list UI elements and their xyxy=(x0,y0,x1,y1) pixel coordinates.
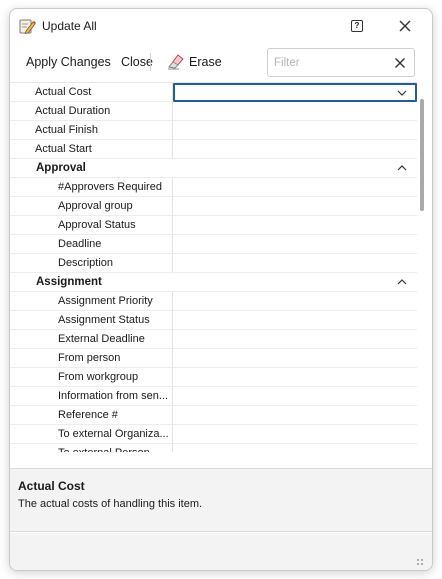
window-title: Update All xyxy=(42,19,97,33)
property-value[interactable] xyxy=(173,102,417,121)
help-icon[interactable]: ? xyxy=(351,20,363,32)
property-value[interactable] xyxy=(173,330,417,349)
filter-input[interactable] xyxy=(274,55,384,71)
property-name: To external Organiza... xyxy=(10,425,173,444)
clear-filter-icon[interactable] xyxy=(394,57,406,69)
property-grid: Actual Cost Actual Duration Actual Finis… xyxy=(10,82,417,452)
property-name: Information from sen... xyxy=(10,387,173,406)
category-label: Assignment xyxy=(36,276,102,288)
category-label: Approval xyxy=(36,162,86,174)
apply-changes-button[interactable]: Apply Changes xyxy=(26,55,111,69)
description-panel: Actual Cost The actual costs of handling… xyxy=(10,468,432,532)
property-name: Actual Finish xyxy=(10,121,173,140)
property-value[interactable] xyxy=(173,235,417,254)
property-name: Description xyxy=(10,254,173,273)
eraser-icon[interactable] xyxy=(167,52,185,70)
property-value[interactable] xyxy=(173,254,417,273)
property-name: Reference # xyxy=(10,406,173,425)
property-name: Assignment Priority xyxy=(10,292,173,311)
property-name: From workgroup xyxy=(10,368,173,387)
chevron-up-icon[interactable] xyxy=(397,279,407,285)
category-header-assignment[interactable]: Assignment xyxy=(10,273,417,292)
property-value[interactable] xyxy=(173,197,417,216)
property-name: Approval group xyxy=(10,197,173,216)
property-name: From person xyxy=(10,349,173,368)
property-name: Assignment Status xyxy=(10,311,173,330)
property-value[interactable] xyxy=(173,406,417,425)
property-row[interactable]: Actual Finish xyxy=(10,121,417,140)
property-row[interactable]: From person xyxy=(10,349,417,368)
property-row[interactable]: Approval Status xyxy=(10,216,417,235)
property-value[interactable] xyxy=(173,368,417,387)
property-value[interactable] xyxy=(173,444,417,452)
property-row[interactable]: Assignment Status xyxy=(10,311,417,330)
property-name: To external Person xyxy=(10,444,173,452)
property-name: Actual Cost xyxy=(10,83,173,102)
property-row[interactable]: #Approvers Required xyxy=(10,178,417,197)
property-name: #Approvers Required xyxy=(10,178,173,197)
chevron-down-icon[interactable] xyxy=(397,90,407,96)
property-row[interactable]: Actual Start xyxy=(10,140,417,159)
property-name: Approval Status xyxy=(10,216,173,235)
property-row[interactable]: To external Person xyxy=(10,444,417,452)
property-name: External Deadline xyxy=(10,330,173,349)
edit-note-icon xyxy=(19,19,36,35)
title-bar: Update All ? xyxy=(10,9,432,43)
property-name: Actual Start xyxy=(10,140,173,159)
property-row[interactable]: Assignment Priority xyxy=(10,292,417,311)
property-value-dropdown[interactable] xyxy=(173,83,417,102)
category-header-approval[interactable]: Approval xyxy=(10,159,417,178)
property-row[interactable]: Information from sen... xyxy=(10,387,417,406)
property-name: Actual Duration xyxy=(10,102,173,121)
description-title: Actual Cost xyxy=(18,479,85,493)
property-value[interactable] xyxy=(173,178,417,197)
property-row[interactable]: Description xyxy=(10,254,417,273)
property-value[interactable] xyxy=(173,216,417,235)
property-name: Deadline xyxy=(10,235,173,254)
property-row[interactable]: To external Organiza... xyxy=(10,425,417,444)
vertical-scrollbar[interactable] xyxy=(420,99,424,211)
property-value[interactable] xyxy=(173,140,417,159)
update-all-dialog: Update All ? Apply Changes Close Erase A… xyxy=(9,8,433,571)
toolbar: Apply Changes Close Erase xyxy=(10,43,432,81)
close-icon[interactable] xyxy=(396,17,414,35)
property-value[interactable] xyxy=(173,387,417,406)
property-row[interactable]: Actual Duration xyxy=(10,102,417,121)
chevron-up-icon[interactable] xyxy=(397,165,407,171)
resize-grip-icon[interactable] xyxy=(415,557,425,567)
property-row[interactable]: External Deadline xyxy=(10,330,417,349)
property-row[interactable]: Deadline xyxy=(10,235,417,254)
toolbar-separator xyxy=(150,53,151,71)
erase-button[interactable]: Erase xyxy=(189,55,222,69)
property-value[interactable] xyxy=(173,349,417,368)
property-row[interactable]: Reference # xyxy=(10,406,417,425)
property-row[interactable]: Actual Cost xyxy=(10,83,417,102)
filter-box xyxy=(267,48,415,77)
close-button[interactable]: Close xyxy=(121,55,153,69)
property-value[interactable] xyxy=(173,425,417,444)
status-bar xyxy=(10,533,432,570)
property-row[interactable]: From workgroup xyxy=(10,368,417,387)
property-row[interactable]: Approval group xyxy=(10,197,417,216)
property-value[interactable] xyxy=(173,121,417,140)
property-value[interactable] xyxy=(173,292,417,311)
description-text: The actual costs of handling this item. xyxy=(18,498,203,510)
property-value[interactable] xyxy=(173,311,417,330)
